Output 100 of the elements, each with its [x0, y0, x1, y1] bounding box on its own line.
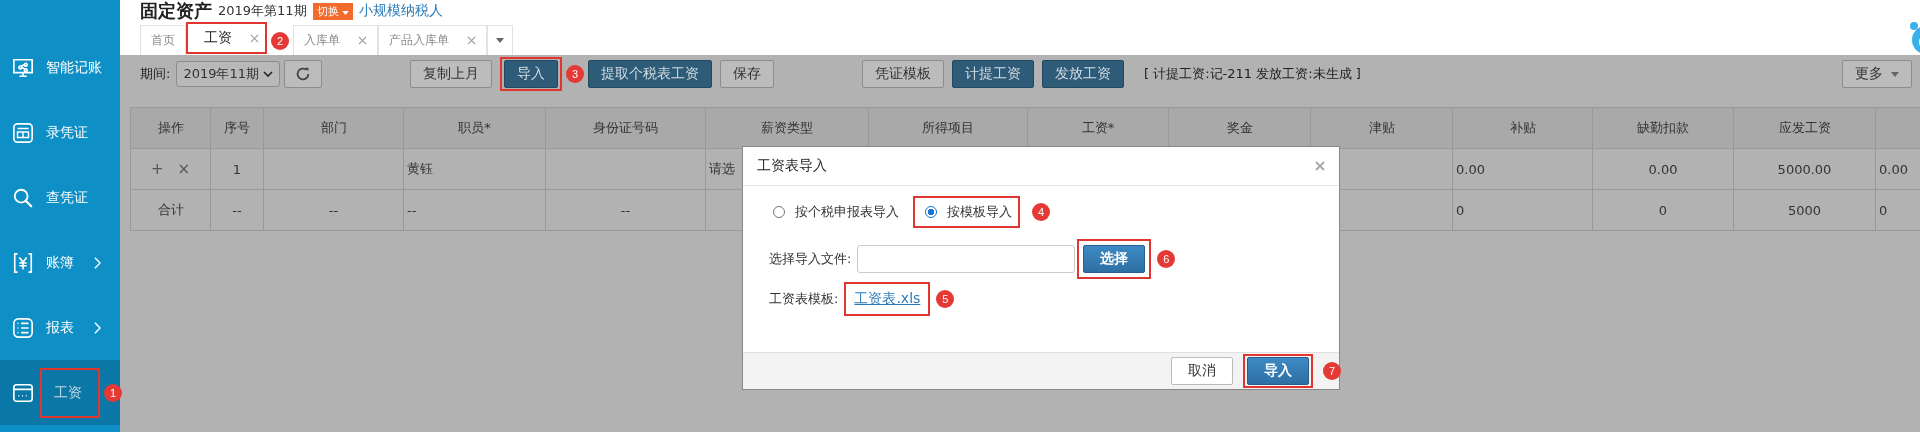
column-header: 缺勤扣款 [1637, 119, 1689, 137]
choose-button[interactable]: 选择 [1083, 245, 1146, 273]
field-label: 工资表模板: [769, 290, 839, 308]
tab-label: 产品入库单 [389, 32, 449, 49]
column-header: 职员* [458, 119, 491, 137]
field-label: 选择导入文件: [769, 250, 852, 268]
tab[interactable]: 产品入库单 [378, 25, 487, 55]
table-cell: 0 [1879, 202, 1888, 218]
taxpayer-link[interactable]: 小规模纳税人 [358, 2, 443, 20]
refresh-button[interactable] [284, 60, 323, 88]
more-button[interactable]: 更多 [1842, 60, 1912, 88]
sidebar-item[interactable]: 智能记账 [0, 35, 120, 100]
radio-option[interactable]: 按模板导入 [921, 203, 1016, 221]
column-header: 工资* [1081, 119, 1115, 137]
tab-label: 工资 [204, 29, 232, 47]
chevron-icon [263, 71, 274, 77]
column-header: 奖金 [1226, 119, 1253, 137]
step-badge: 5 [936, 290, 955, 308]
table-cell: 0.00 [1648, 161, 1678, 177]
sidebar-item[interactable]: 报表 [0, 295, 120, 360]
row-action[interactable]: × [177, 160, 191, 178]
dialog-button[interactable]: 导入 [1247, 357, 1309, 385]
step-badge: 6 [1157, 250, 1176, 268]
close-icon[interactable] [250, 33, 259, 43]
caret-icon [496, 38, 504, 43]
radio-button[interactable] [773, 206, 785, 218]
sidebar-item[interactable]: 查凭证 [0, 165, 120, 230]
step-badge: 1 [104, 383, 122, 402]
column-header: 所得项目 [922, 119, 974, 137]
monitor-icon [12, 56, 34, 79]
table-cell: 请选 [709, 160, 735, 178]
table-cell: 0 [1456, 202, 1465, 218]
radio-button[interactable] [925, 206, 937, 218]
status-text: [ 计提工资:记-211 发放工资:未生成 ] [1144, 65, 1361, 83]
radio-option[interactable]: 按个税申报表导入 [769, 203, 903, 221]
toolbar-button[interactable]: 提取个税表工资 [588, 60, 713, 88]
row-action[interactable]: + [150, 160, 164, 178]
step-badge: 4 [1032, 203, 1050, 221]
menu-label: 查凭证 [46, 188, 88, 207]
sidebar-item[interactable]: 录凭证 [0, 100, 120, 165]
option-label: 按模板导入 [947, 203, 1012, 221]
step-badge: 7 [1323, 362, 1341, 380]
calendar-icon [12, 381, 34, 404]
option-label: 按个税申报表导入 [795, 203, 899, 221]
table-cell: 5000.00 [1777, 161, 1832, 177]
period-text: 2019年第11期 [218, 2, 307, 20]
caret-icon [1891, 71, 1899, 77]
toolbar-button[interactable]: 发放工资 [1042, 60, 1125, 88]
close-icon[interactable] [358, 36, 367, 45]
form-icon [12, 121, 34, 144]
tab[interactable]: 入库单 [293, 25, 378, 55]
period-select[interactable]: 2019年11期 [176, 61, 281, 87]
tab-label: 入库单 [304, 32, 340, 49]
table-cell: 黄钰 [407, 160, 433, 178]
menu-label: 录凭证 [46, 123, 88, 142]
column-header: 应发工资 [1778, 119, 1831, 137]
dialog-button[interactable]: 取消 [1171, 357, 1233, 385]
file-field[interactable] [857, 245, 1076, 273]
close-icon[interactable] [467, 36, 476, 45]
toolbar-button[interactable]: 计提工资 [952, 60, 1035, 88]
menu-label: 工资 [54, 383, 82, 402]
table-cell: -- [407, 202, 417, 218]
menu-label: 账簿 [46, 253, 74, 272]
column-header: 身份证号码 [593, 119, 658, 137]
sidebar-item[interactable]: 账簿 [0, 230, 120, 295]
close-icon[interactable] [1315, 161, 1325, 171]
table-cell: -- [328, 202, 339, 218]
step-badge: 3 [566, 65, 585, 83]
toolbar-button[interactable]: 保存 [720, 60, 775, 88]
column-header: 津贴 [1368, 119, 1395, 137]
toolbar-button[interactable]: 复制上月 [410, 60, 493, 88]
table-cell: 0.00 [1456, 161, 1485, 177]
table-cell: 1 [232, 161, 242, 177]
list-icon [12, 316, 34, 339]
table-cell: -- [620, 202, 631, 218]
sidebar-item[interactable]: 工资 1 [0, 360, 120, 425]
column-header: 部门 [320, 119, 347, 137]
tab[interactable]: 首页 [140, 25, 186, 55]
yen-icon [12, 251, 34, 274]
column-header: 序号 [224, 119, 250, 137]
table-cell: 0 [1658, 202, 1668, 218]
column-header: 补贴 [1509, 119, 1536, 137]
step-badge: 2 [271, 32, 289, 50]
period-label: 期间: [140, 65, 171, 83]
page-title: 固定资产 [140, 0, 212, 22]
tab-label: 首页 [151, 32, 175, 49]
table-cell: 合计 [157, 201, 184, 219]
caret-icon [341, 10, 349, 15]
menu-label: 报表 [46, 318, 74, 337]
dialog-title: 工资表导入 [757, 157, 827, 175]
search-icon [12, 186, 34, 209]
table-cell: -- [232, 202, 242, 218]
column-header: 操作 [157, 119, 184, 137]
toolbar-button[interactable]: 导入 [504, 60, 559, 88]
menu-label: 智能记账 [46, 58, 102, 77]
switch-button[interactable]: 切换 [312, 2, 353, 20]
table-cell: 0.00 [1879, 161, 1908, 177]
column-header: 薪资类型 [761, 119, 813, 137]
template-link[interactable]: 工资表.xls [854, 290, 921, 308]
toolbar-button[interactable]: 凭证模板 [862, 60, 945, 88]
